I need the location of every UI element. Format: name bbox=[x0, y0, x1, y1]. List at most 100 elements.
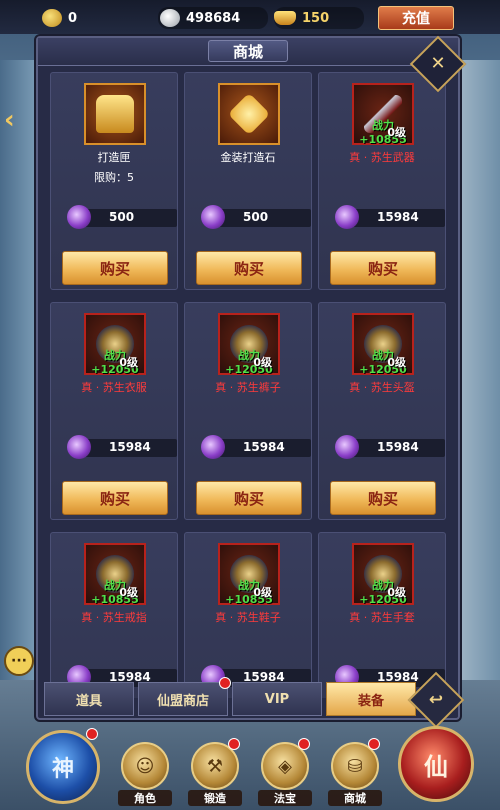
nav-character[interactable]: ☺ 角色 bbox=[118, 742, 172, 806]
notification-dot bbox=[228, 738, 240, 750]
item-price: 500 bbox=[243, 210, 269, 224]
nav-shop[interactable]: ⛁ 商城 bbox=[328, 738, 382, 806]
gold-counter: 0 bbox=[42, 7, 132, 29]
item-thumbnail[interactable]: 战力+12050 0级 bbox=[84, 313, 146, 376]
buy-button[interactable]: 购买 bbox=[196, 481, 302, 515]
currency-icon bbox=[335, 205, 359, 229]
item-name: 真 · 苏生戒指 bbox=[81, 611, 147, 624]
shop-title: 商城 bbox=[208, 40, 288, 62]
purchase-limit: 限购：5 bbox=[94, 171, 134, 184]
ingot-value: 150 bbox=[302, 10, 330, 26]
price-bar: 15984 bbox=[201, 435, 311, 459]
item-name: 打造匣 bbox=[97, 151, 131, 164]
buy-button[interactable]: 购买 bbox=[62, 251, 168, 285]
item-level: 0级 bbox=[253, 586, 272, 599]
recharge-button[interactable]: 充值 bbox=[378, 6, 454, 30]
nav-treasure[interactable]: ◈ 法宝 bbox=[258, 738, 312, 806]
shop-item-card[interactable]: 战力+108550级真 · 苏生鞋子15984购买 bbox=[184, 532, 312, 698]
character-icon: ☺ bbox=[121, 742, 169, 790]
item-thumbnail[interactable] bbox=[218, 83, 280, 145]
nav-label: 法宝 bbox=[258, 790, 312, 806]
item-thumbnail[interactable]: 战力+10855 0级 bbox=[352, 83, 414, 146]
price-bar: 15984 bbox=[335, 435, 445, 459]
chat-button[interactable]: ··· bbox=[4, 646, 34, 676]
item-name: 金装打造石 bbox=[220, 151, 276, 164]
item-thumbnail[interactable]: 战力+10855 0级 bbox=[84, 543, 146, 606]
item-price: 15984 bbox=[377, 440, 419, 454]
item-name: 真 · 苏生头盔 bbox=[349, 381, 415, 394]
silver-counter: 498684 bbox=[158, 7, 268, 29]
gold-value: 0 bbox=[68, 10, 78, 26]
shop-panel: 商城 ✕ 打造匣 限购：5 500 购买 金装打造石 500 购买 战力+10855 0级真 ·… bbox=[36, 35, 467, 729]
chat-icon: ··· bbox=[11, 653, 27, 669]
shop-item-card[interactable]: 战力+120500级真 · 苏生手套15984购买 bbox=[318, 532, 446, 698]
shop-item-card[interactable]: 战力+12050 0级真 · 苏生头盔 15984 购买 bbox=[318, 302, 446, 520]
expand-arrow-icon[interactable]: ‹ bbox=[4, 105, 26, 141]
tab-label: VIP bbox=[264, 691, 290, 707]
nav-label: 角色 bbox=[118, 790, 172, 806]
tab-items[interactable]: 道具 bbox=[44, 682, 134, 716]
item-name: 真 · 苏生鞋子 bbox=[215, 611, 281, 624]
price-bar: 500 bbox=[67, 205, 177, 229]
currency-icon bbox=[201, 435, 225, 459]
notification-dot bbox=[86, 728, 98, 740]
buy-button[interactable]: 购买 bbox=[196, 251, 302, 285]
item-thumbnail[interactable] bbox=[84, 83, 146, 145]
shop-item-card[interactable]: 战力+108550级真 · 苏生戒指15984购买 bbox=[50, 532, 178, 698]
buy-button[interactable]: 购买 bbox=[330, 481, 436, 515]
tab-label: 仙盟商店 bbox=[156, 693, 209, 709]
resource-bar: 0 498684 150 充值 bbox=[0, 0, 500, 34]
shop-item-card[interactable]: 打造匣限购：5 500 购买 bbox=[50, 72, 178, 290]
gold-coin-icon bbox=[42, 9, 62, 27]
item-name: 真 · 苏生衣服 bbox=[81, 381, 147, 394]
tab-equipment[interactable]: 装备 bbox=[326, 682, 416, 716]
item-thumbnail[interactable]: 战力+12050 0级 bbox=[352, 313, 414, 376]
item-thumbnail[interactable]: 战力+12050 0级 bbox=[352, 543, 414, 606]
item-level: 0级 bbox=[119, 586, 138, 599]
nav-forge[interactable]: ⚒ 锻造 bbox=[188, 738, 242, 806]
item-name: 真 · 苏生武器 bbox=[349, 151, 415, 164]
notification-dot bbox=[219, 677, 231, 689]
currency-icon bbox=[335, 435, 359, 459]
item-price: 500 bbox=[109, 210, 135, 224]
ingot-counter: 150 bbox=[274, 7, 364, 29]
tab-vip[interactable]: VIP bbox=[232, 682, 322, 716]
shop-tabs: 道具 仙盟商店 VIP 装备 bbox=[44, 677, 416, 716]
silver-coin-icon bbox=[160, 9, 180, 27]
buy-button[interactable]: 购买 bbox=[62, 481, 168, 515]
item-level: 0级 bbox=[253, 356, 272, 369]
currency-icon bbox=[67, 435, 91, 459]
chest-icon bbox=[96, 95, 134, 133]
close-icon: ✕ bbox=[430, 53, 446, 74]
notification-dot bbox=[368, 738, 380, 750]
return-icon: ↩ bbox=[428, 690, 444, 710]
notification-dot bbox=[298, 738, 310, 750]
item-price: 15984 bbox=[377, 210, 419, 224]
price-bar: 15984 bbox=[335, 205, 445, 229]
shop-item-card[interactable]: 金装打造石 500 购买 bbox=[184, 72, 312, 290]
shop-item-card[interactable]: 战力+12050 0级真 · 苏生裤子 15984 购买 bbox=[184, 302, 312, 520]
tab-label: 装备 bbox=[357, 693, 384, 709]
left-emblem-label: 神 bbox=[51, 757, 74, 782]
item-name: 真 · 苏生裤子 bbox=[215, 381, 281, 394]
forging-stone-icon bbox=[227, 92, 271, 136]
shop-header: 商城 bbox=[38, 38, 458, 66]
nav-label: 锻造 bbox=[188, 790, 242, 806]
shop-item-card[interactable]: 战力+12050 0级真 · 苏生衣服 15984 购买 bbox=[50, 302, 178, 520]
nav-label: 商城 bbox=[328, 790, 382, 806]
buy-button[interactable]: 购买 bbox=[330, 251, 436, 285]
item-thumbnail[interactable]: 战力+10855 0级 bbox=[218, 543, 280, 606]
gold-ingot-icon bbox=[274, 11, 296, 25]
item-level: 0级 bbox=[387, 356, 406, 369]
item-name: 真 · 苏生手套 bbox=[349, 611, 415, 624]
shop-item-card[interactable]: 战力+10855 0级真 · 苏生武器 15984 购买 bbox=[318, 72, 446, 290]
shop-item-grid: 打造匣 限购：5 500 购买 金装打造石 500 购买 战力+10855 0级真 · 苏生武器… bbox=[50, 72, 446, 698]
left-emblem-button[interactable]: 神 bbox=[26, 730, 100, 804]
item-thumbnail[interactable]: 战力+12050 0级 bbox=[218, 313, 280, 376]
currency-icon bbox=[201, 205, 225, 229]
right-emblem-button[interactable]: 仙 bbox=[398, 726, 474, 802]
background-scenery-right bbox=[458, 60, 500, 680]
tab-guild-shop[interactable]: 仙盟商店 bbox=[138, 677, 231, 716]
silver-value: 498684 bbox=[186, 10, 241, 26]
background-scenery-left bbox=[0, 60, 40, 680]
